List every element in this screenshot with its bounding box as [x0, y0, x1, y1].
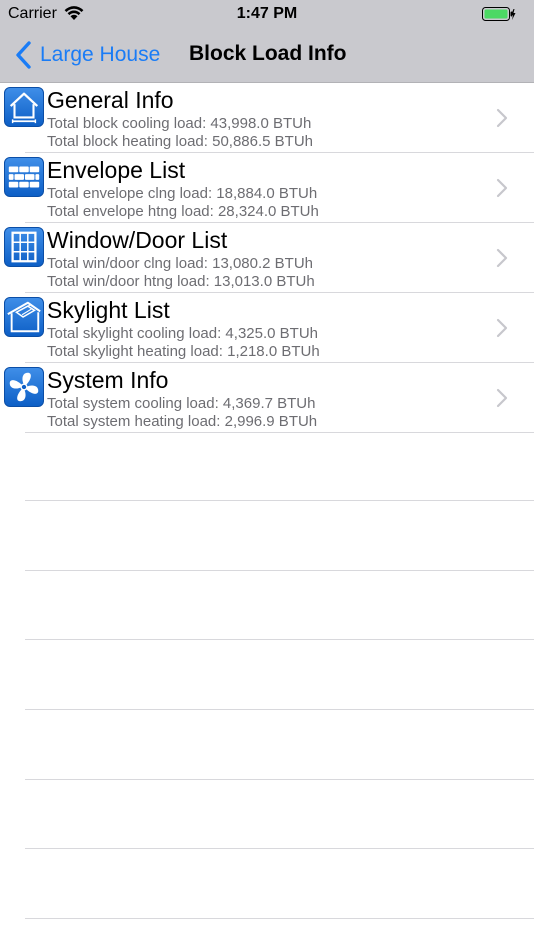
list-item-system-info[interactable]: System Info Total system cooling load: 4…	[0, 363, 534, 433]
empty-row-separator	[25, 779, 534, 780]
list-item-general-info[interactable]: General Info Total block cooling load: 4…	[0, 83, 534, 153]
row-heating-load: Total block heating load: 50,886.5 BTUh	[47, 133, 314, 150]
empty-row-separator	[25, 709, 534, 710]
back-button-label: Large House	[40, 43, 161, 66]
house-icon	[4, 87, 44, 127]
row-title: General Info	[47, 87, 174, 113]
fan-icon	[4, 367, 44, 407]
chevron-right-icon	[496, 388, 508, 408]
row-cooling-load: Total system cooling load: 4,369.7 BTUh	[47, 395, 316, 412]
skylight-icon	[4, 297, 44, 337]
back-button[interactable]: Large House	[14, 39, 160, 71]
row-cooling-load: Total envelope clng load: 18,884.0 BTUh	[47, 185, 318, 202]
clock: 1:47 PM	[236, 5, 298, 22]
row-cooling-load: Total skylight cooling load: 4,325.0 BTU…	[47, 325, 318, 342]
empty-row-separator	[25, 570, 534, 571]
row-heating-load: Total system heating load: 2,996.9 BTUh	[47, 413, 318, 430]
chevron-right-icon	[496, 108, 508, 128]
navigation-bar: Large House Block Load Info	[0, 28, 534, 83]
row-cooling-load: Total block cooling load: 43,998.0 BTUh	[47, 115, 312, 132]
chevron-left-icon	[16, 41, 31, 69]
empty-row-separator	[25, 500, 534, 501]
row-title: System Info	[47, 367, 169, 393]
block-load-list: General Info Total block cooling load: 4…	[0, 83, 534, 433]
row-separator	[25, 432, 534, 433]
top-bar: Carrier 1:47 PM Large House Block Load I…	[0, 0, 534, 83]
empty-row-separator	[25, 918, 534, 919]
list-item-skylight-list[interactable]: Skylight List Total skylight cooling loa…	[0, 293, 534, 363]
empty-row-separator	[25, 639, 534, 640]
page-title: Block Load Info	[189, 42, 347, 65]
row-title: Window/Door List	[47, 227, 228, 253]
chevron-right-icon	[496, 248, 508, 268]
window-icon	[4, 227, 44, 267]
row-heating-load: Total skylight heating load: 1,218.0 BTU…	[47, 343, 320, 360]
row-heating-load: Total win/door htng load: 13,013.0 BTUh	[47, 273, 315, 290]
row-title: Envelope List	[47, 157, 186, 183]
brick-wall-icon	[4, 157, 44, 197]
battery-icon	[482, 7, 516, 21]
row-heating-load: Total envelope htng load: 28,324.0 BTUh	[47, 203, 319, 220]
empty-row-separator	[25, 848, 534, 849]
row-cooling-load: Total win/door clng load: 13,080.2 BTUh	[47, 255, 313, 272]
list-item-window-door-list[interactable]: Window/Door List Total win/door clng loa…	[0, 223, 534, 293]
chevron-right-icon	[496, 318, 508, 338]
status-bar: Carrier 1:47 PM	[0, 0, 534, 28]
chevron-right-icon	[496, 178, 508, 198]
list-item-envelope-list[interactable]: Envelope List Total envelope clng load: …	[0, 153, 534, 223]
row-title: Skylight List	[47, 297, 170, 323]
